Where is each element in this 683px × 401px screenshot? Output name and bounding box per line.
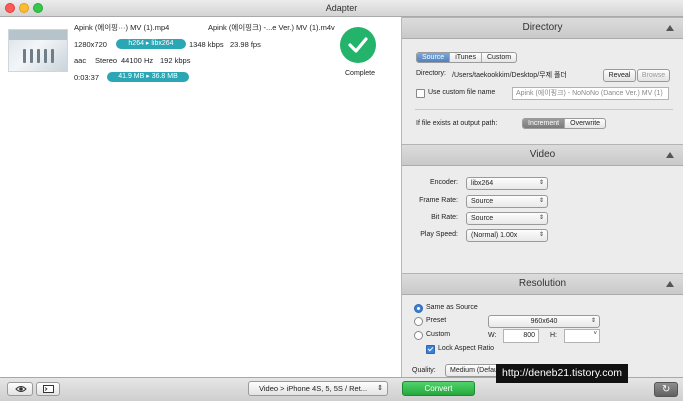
frame-rate-label: Frame Rate: — [419, 197, 458, 204]
video-section-title: Video — [529, 149, 556, 160]
duration: 0:03:37 — [74, 73, 100, 82]
preview-button[interactable] — [7, 382, 33, 396]
audio-bitrate: 192 kbps — [160, 56, 191, 65]
bit-rate-value: Source — [471, 215, 494, 222]
file-exists-options: Increment Overwrite — [522, 118, 607, 129]
resolution-section-title: Resolution — [518, 278, 567, 289]
video-codec-badge: h264 ▸ libx264 — [116, 39, 186, 49]
encoder-label: Encoder: — [429, 179, 458, 186]
collapse-triangle-icon[interactable] — [666, 152, 674, 158]
same-as-source-radio[interactable] — [414, 304, 423, 313]
lock-aspect-label: Lock Aspect Ratio — [438, 345, 495, 352]
browse-button[interactable]: Browse — [637, 69, 670, 82]
quality-label: Quality: — [412, 367, 436, 374]
directory-path: /Users/taekookkim/Desktop/무제 폴더 — [452, 72, 567, 79]
source-resolution: 1280x720 — [74, 40, 107, 49]
reveal-button[interactable]: Reveal — [603, 69, 636, 82]
preset-label: Preset — [426, 317, 447, 324]
video-section-header[interactable]: Video — [402, 144, 683, 166]
preset-value: 960x640 — [530, 318, 558, 325]
window-title: Adapter — [325, 3, 358, 13]
refresh-icon: ↻ — [662, 384, 671, 395]
width-label: W: — [488, 332, 497, 339]
height-input[interactable]: ˅ — [564, 329, 600, 343]
close-window-button[interactable] — [5, 3, 15, 13]
audio-codec: aac — [74, 56, 87, 65]
custom-file-name-label: Use custom file name — [428, 89, 496, 96]
directory-section-title: Directory — [522, 22, 563, 33]
queue-item[interactable]: Apink (에이핑···) MV (1).mp4 Apink (에이핑크) -… — [0, 17, 401, 85]
file-exists-label: If file exists at output path: — [416, 120, 498, 127]
dropdown-arrow-icon: ˅ — [593, 331, 597, 337]
window-controls — [5, 3, 43, 13]
terminal-icon — [43, 385, 54, 393]
height-label: H: — [550, 332, 557, 339]
encoder-value: libx264 — [471, 180, 494, 187]
minimize-window-button[interactable] — [19, 3, 29, 13]
reset-button[interactable]: ↻ — [654, 382, 678, 397]
play-speed-value: (Normal) 1.00x — [471, 232, 518, 239]
audio-sample-rate: 44100 Hz — [121, 56, 154, 65]
updown-icon: ⇕ — [538, 198, 544, 204]
directory-section-header[interactable]: Directory — [402, 17, 683, 39]
updown-icon: ⇕ — [377, 385, 383, 392]
video-bitrate: 1348 kbps — [189, 40, 224, 49]
status-label: Complete — [345, 70, 375, 77]
video-thumbnail — [8, 29, 68, 72]
frame-rate-select[interactable]: Source ⇕ — [466, 195, 548, 208]
option-overwrite[interactable]: Overwrite — [565, 119, 605, 128]
directory-label: Directory: — [416, 70, 446, 77]
custom-radio[interactable] — [414, 331, 423, 340]
eye-icon — [15, 386, 27, 392]
watermark-url: http://deneb21.tistory.com — [496, 364, 629, 383]
width-input[interactable]: 800 — [503, 329, 539, 343]
lock-aspect-checkbox[interactable] — [426, 345, 435, 354]
option-increment[interactable]: Increment — [523, 119, 566, 128]
same-as-source-label: Same as Source — [426, 304, 478, 311]
log-button[interactable] — [36, 382, 60, 396]
custom-file-name-checkbox[interactable] — [416, 89, 425, 98]
tab-source[interactable]: Source — [417, 53, 451, 62]
play-speed-select[interactable]: (Normal) 1.00x ⇕ — [466, 229, 548, 242]
output-preset-value: Video > iPhone 4S, 5, 5S / Ret... — [259, 384, 368, 393]
updown-icon: ⇕ — [538, 215, 544, 221]
zoom-window-button[interactable] — [33, 3, 43, 13]
custom-file-name-input[interactable]: Apink (에이핑크) - NoNoNo (Dance Ver.) MV (1… — [512, 87, 669, 100]
tab-custom[interactable]: Custom — [482, 53, 516, 62]
updown-icon: ⇕ — [590, 318, 596, 324]
output-file-name: Apink (에이핑크) -...e Ver.) MV (1).m4v — [208, 23, 335, 32]
frame-rate-value: Source — [471, 198, 494, 205]
frame-rate: 23.98 fps — [230, 40, 261, 49]
title-bar: Adapter — [0, 0, 683, 17]
collapse-triangle-icon[interactable] — [666, 281, 674, 287]
file-size-badge: 41.9 MB ▸ 36.8 MB — [107, 72, 189, 82]
bit-rate-label: Bit Rate: — [431, 214, 458, 221]
input-file-name: Apink (에이핑···) MV (1).mp4 — [74, 23, 170, 32]
collapse-triangle-icon[interactable] — [666, 25, 674, 31]
audio-channels: Stereo — [95, 56, 118, 65]
complete-check-icon — [340, 27, 376, 63]
preset-select[interactable]: 960x640 ⇕ — [488, 315, 600, 328]
custom-label: Custom — [426, 331, 451, 338]
updown-icon: ⇕ — [538, 232, 544, 238]
tab-itunes[interactable]: iTunes — [450, 53, 482, 62]
settings-panel: Directory Source iTunes Custom Directory… — [402, 17, 683, 377]
preset-radio[interactable] — [414, 317, 423, 326]
resolution-section-header[interactable]: Resolution — [402, 273, 683, 295]
updown-icon: ⇕ — [538, 180, 544, 186]
play-speed-label: Play Speed: — [420, 231, 458, 238]
directory-mode-tabs: Source iTunes Custom — [416, 52, 518, 63]
convert-button[interactable]: Convert — [402, 381, 475, 396]
queue-panel: Apink (에이핑···) MV (1).mp4 Apink (에이핑크) -… — [0, 17, 402, 377]
output-preset-select[interactable]: Video > iPhone 4S, 5, 5S / Ret... ⇕ — [248, 381, 388, 396]
encoder-select[interactable]: libx264 ⇕ — [466, 177, 548, 190]
bit-rate-select[interactable]: Source ⇕ — [466, 212, 548, 225]
